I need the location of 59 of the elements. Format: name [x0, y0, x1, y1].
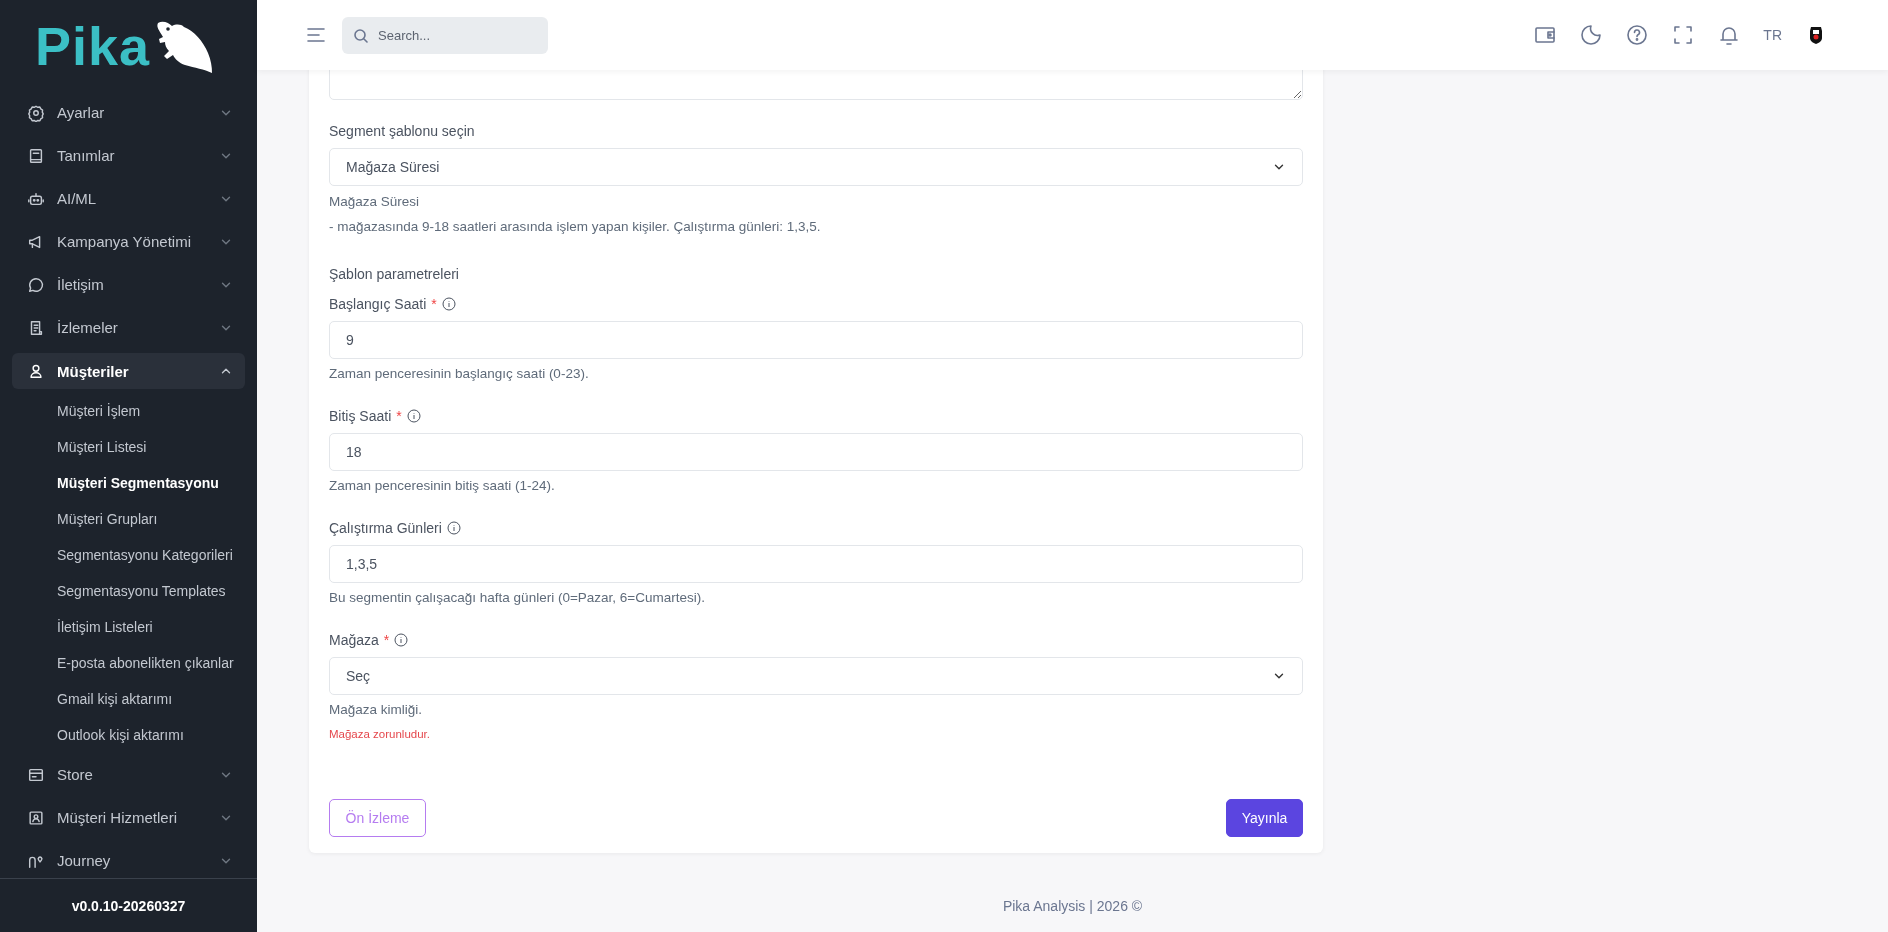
footer-text: Pika Analysis | 2026 © [1002, 898, 1143, 914]
search-icon [353, 27, 369, 44]
field-label: Segment şablonu seçin [329, 122, 475, 141]
help-text: Zaman penceresinin başlangıç saati (0-23). [329, 365, 590, 383]
info-icon [446, 521, 461, 535]
publish-button[interactable]: Yayınla [1226, 799, 1303, 837]
moon-icon[interactable] [1579, 23, 1604, 47]
sidebar-item[interactable]: Tanımlar [12, 134, 245, 177]
select-field[interactable]: Seç [329, 657, 1303, 695]
submenu-item[interactable]: Segmentasyonu Templates [57, 583, 226, 599]
gear-icon [27, 103, 45, 122]
sidebar-item[interactable]: Ayarlar [12, 91, 245, 134]
submenu-item[interactable]: Müşteri İşlem [57, 403, 141, 419]
logo-text: Pika [35, 18, 151, 73]
input-field[interactable]: 18 [329, 433, 1303, 471]
help-text: Bu segmentin çalışacağı hafta günleri (0=Pazar, 6=Cumartesi). [329, 589, 706, 607]
help-text: Zaman penceresinin bitiş saati (1-24). [329, 477, 556, 495]
search-field[interactable]: Search... [342, 16, 548, 54]
select-field[interactable]: Mağaza Süresi [329, 148, 1303, 186]
submenu-item[interactable]: Gmail kişi aktarımı [57, 691, 173, 707]
template-description: - mağazasında 9-18 saatleri arasında işlem yapan kişiler. Çalıştırma günleri: 1,3,5. [329, 218, 822, 236]
user-icon [27, 362, 45, 380]
error-message: Mağaza zorunludur. [329, 727, 431, 742]
input-field[interactable]: 9 [329, 321, 1303, 359]
field-label: Başlangıç Saati [329, 295, 427, 314]
sidebar-item[interactable]: Müşteri Hizmetleri [12, 796, 245, 839]
help-text: Mağaza kimliği. [329, 701, 424, 719]
field-label: Bitiş Saati [329, 407, 392, 426]
required-mark: * [431, 295, 437, 314]
template-description: Mağaza Süresi [329, 193, 421, 211]
info-icon [406, 409, 421, 423]
submenu-item[interactable]: Müşteri Listesi [57, 439, 147, 455]
sidebar-item[interactable]: AI/ML [12, 177, 245, 220]
sidebar-item[interactable]: Müşteriler [12, 353, 245, 389]
version-label: v0.0.10-20260327 [0, 878, 257, 932]
required-mark: * [383, 631, 390, 650]
field-label: Mağaza [329, 631, 379, 650]
field-label: Çalıştırma Günleri [329, 519, 442, 538]
submenu-item[interactable]: Outlook kişi aktarımı [57, 727, 184, 743]
info-icon [441, 297, 456, 311]
chat-bubble-icon [27, 275, 45, 294]
help-icon[interactable] [1625, 23, 1650, 47]
submenu-item[interactable]: E-posta abonelikten çıkanlar [57, 655, 234, 671]
submenu-item[interactable]: Müşteri Segmentasyonu [57, 475, 219, 491]
contact-card-icon [27, 808, 45, 827]
sidebar-item[interactable]: Store [12, 753, 245, 796]
sidebar-item[interactable]: Kampanya Yönetimi [12, 220, 245, 263]
section-title: Şablon parametreleri [329, 265, 460, 284]
submenu-item[interactable]: Segmentasyonu Kategorileri [57, 547, 233, 563]
sidebar-item[interactable]: İletişim [12, 263, 245, 306]
required-mark: * [396, 407, 402, 426]
input-field[interactable]: 1,3,5 [329, 545, 1303, 583]
submenu-item[interactable]: Müşteri Grupları [57, 511, 158, 527]
language-code[interactable]: TR [1763, 27, 1782, 43]
info-icon [394, 633, 409, 647]
book-icon [27, 146, 45, 165]
submenu-item[interactable]: İletişim Listeleri [57, 619, 153, 635]
sidebar-item[interactable]: Journey [12, 839, 245, 878]
sidebar-item[interactable]: İzlemeler [12, 306, 245, 349]
